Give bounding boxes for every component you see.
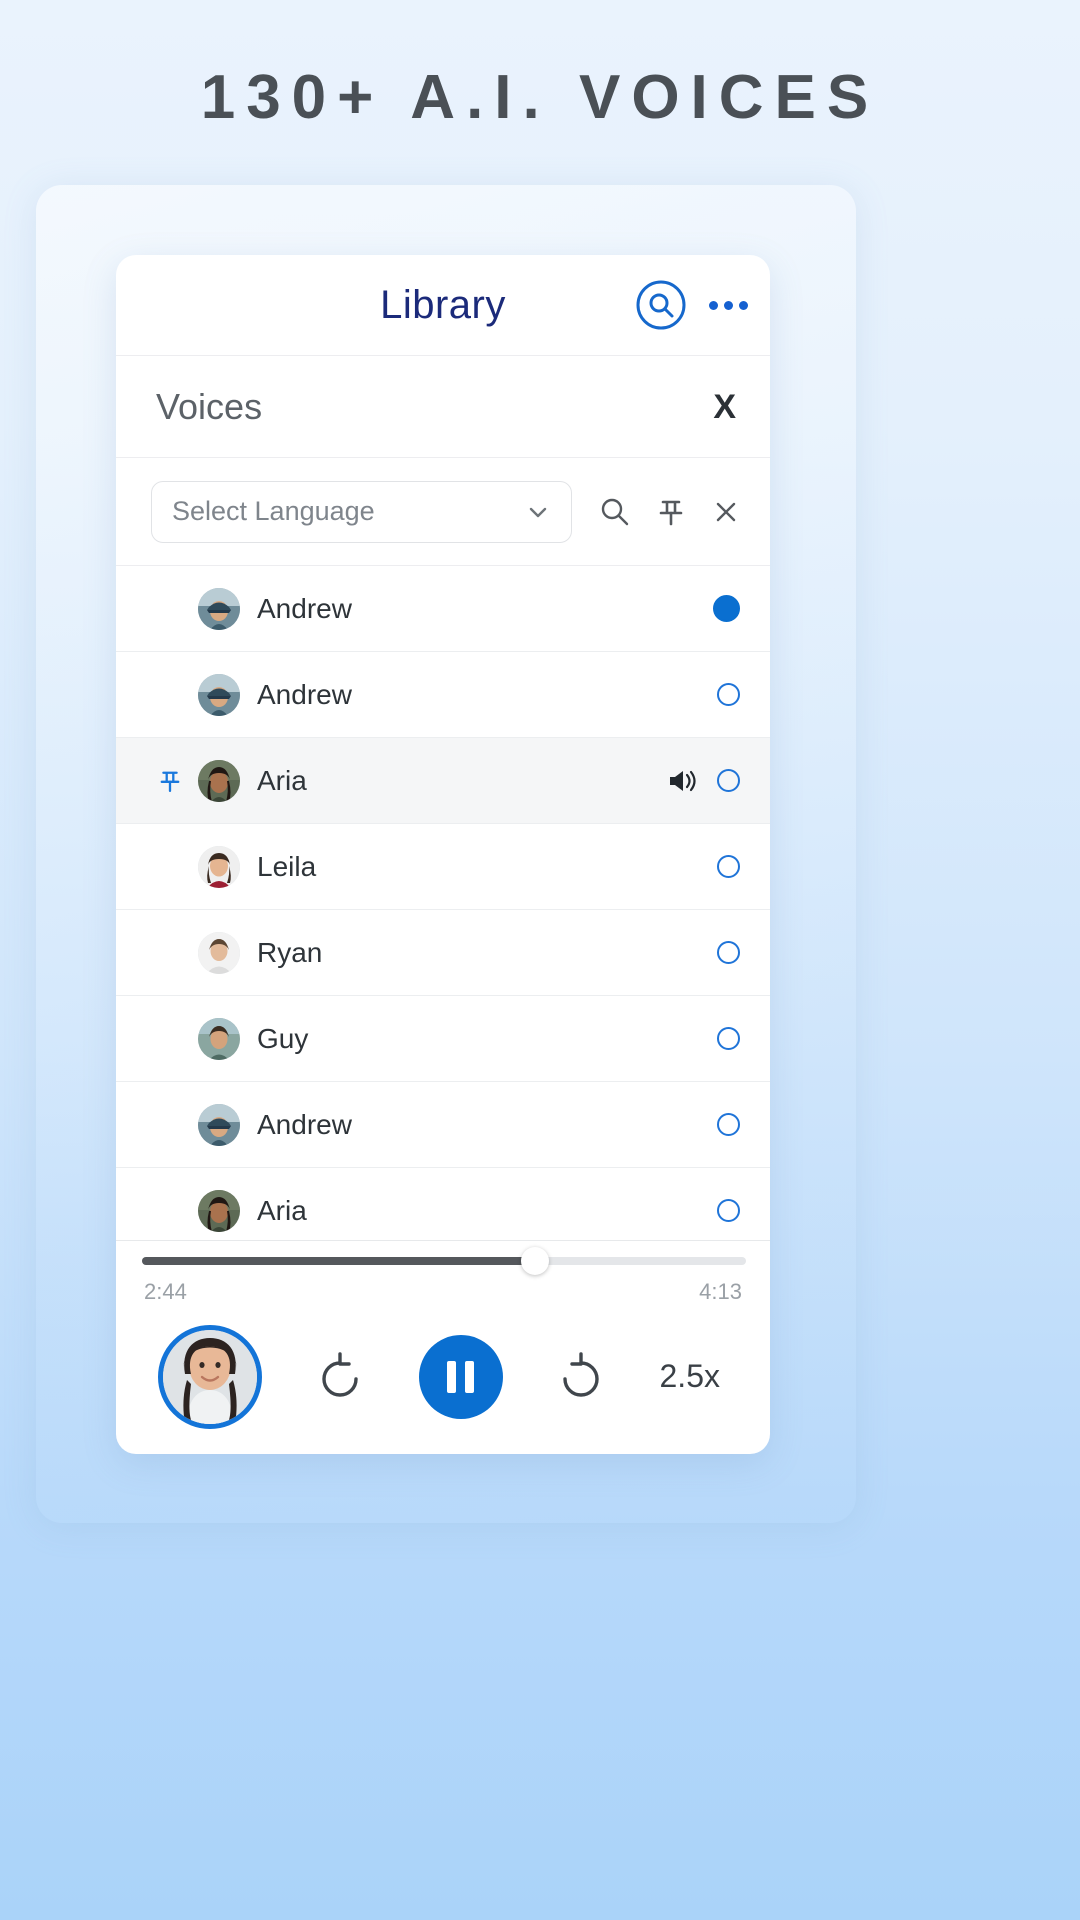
voice-row-actions: [717, 1199, 740, 1222]
search-circle-icon[interactable]: [635, 279, 687, 331]
voice-avatar: [198, 1017, 240, 1060]
progress-knob[interactable]: [520, 1247, 549, 1275]
voice-radio[interactable]: [717, 683, 740, 706]
voice-avatar: [198, 587, 240, 630]
voice-row-actions: [717, 855, 740, 878]
filter-row: Select Language: [116, 458, 770, 566]
current-time: 2:44: [144, 1279, 187, 1304]
voice-row[interactable]: Aria: [116, 738, 770, 824]
speaker-icon: [670, 770, 696, 791]
voice-row-actions: [713, 595, 740, 622]
voice-name: Aria: [257, 764, 307, 796]
filter-icons: [598, 495, 742, 529]
voice-radio[interactable]: [717, 855, 740, 878]
voice-avatar: [198, 759, 240, 802]
voice-name: Andrew: [257, 592, 352, 624]
voice-row[interactable]: Aria: [116, 1168, 770, 1240]
voice-row[interactable]: Andrew: [116, 566, 770, 652]
voice-avatar: [198, 673, 240, 716]
close-panel-button[interactable]: X: [713, 390, 736, 424]
player-controls: 2.5x: [136, 1305, 750, 1454]
more-horizontal-icon[interactable]: [709, 300, 748, 310]
close-icon[interactable]: [710, 496, 742, 528]
language-select-value: Select Language: [172, 496, 375, 526]
app-screenshot-card: Library Voices X Select Language Andrew …: [116, 255, 770, 1454]
voice-row-actions: [717, 1113, 740, 1136]
voice-radio-selected[interactable]: [713, 595, 740, 622]
voice-row-actions: [663, 762, 740, 800]
voice-radio[interactable]: [717, 941, 740, 964]
rotate-left-icon[interactable]: [312, 1349, 368, 1405]
rotate-right-icon[interactable]: [553, 1349, 609, 1405]
speaker-icon[interactable]: [663, 762, 701, 800]
panel-title: Voices: [156, 385, 263, 427]
voice-row[interactable]: Andrew: [116, 1082, 770, 1168]
voice-row[interactable]: Andrew: [116, 652, 770, 738]
page-title: Library: [380, 282, 506, 327]
voice-name: Guy: [257, 1022, 309, 1054]
voice-name: Andrew: [257, 1108, 352, 1140]
search-icon[interactable]: [598, 495, 632, 529]
language-select[interactable]: Select Language: [151, 480, 572, 543]
voice-row[interactable]: Guy: [116, 996, 770, 1082]
voices-panel-header: Voices X: [116, 356, 770, 458]
progress-fill: [142, 1257, 535, 1265]
audio-player: 2:44 4:13 2.5x: [116, 1240, 770, 1454]
progress-bar[interactable]: [142, 1247, 746, 1275]
app-header: Library: [116, 255, 770, 356]
header-actions: [635, 279, 748, 331]
time-row: 2:44 4:13: [136, 1279, 750, 1305]
voice-avatar: [198, 845, 240, 888]
voice-radio[interactable]: [717, 1027, 740, 1050]
voice-row-actions: [717, 683, 740, 706]
voice-avatar: [198, 1189, 240, 1232]
pin-icon[interactable]: [150, 767, 190, 795]
play-pause-button[interactable]: [418, 1334, 503, 1419]
voice-radio[interactable]: [717, 769, 740, 792]
page-headline: 130+ A.I. VOICES: [200, 63, 880, 132]
voice-name: Andrew: [257, 678, 352, 710]
pin-icon: [160, 771, 180, 792]
total-time: 4:13: [699, 1279, 742, 1304]
now-playing-avatar[interactable]: [158, 1324, 262, 1429]
playback-speed-button[interactable]: 2.5x: [660, 1358, 720, 1395]
voice-avatar: [198, 931, 240, 974]
voice-name: Leila: [257, 850, 317, 882]
voice-row[interactable]: Leila: [116, 824, 770, 910]
chevron-down-icon: [529, 507, 547, 517]
voice-avatar: [198, 1103, 240, 1146]
voice-name: Ryan: [257, 936, 323, 968]
pin-icon[interactable]: [654, 495, 688, 529]
voice-radio[interactable]: [717, 1113, 740, 1136]
voice-row-actions: [717, 941, 740, 964]
voice-name: Aria: [257, 1194, 307, 1226]
voice-row-actions: [717, 1027, 740, 1050]
pause-icon: [447, 1360, 475, 1393]
voice-row[interactable]: Ryan: [116, 910, 770, 996]
voice-list: Andrew Andrew Aria Leila Ryan Guy Andrew…: [116, 566, 770, 1240]
voice-radio[interactable]: [717, 1199, 740, 1222]
